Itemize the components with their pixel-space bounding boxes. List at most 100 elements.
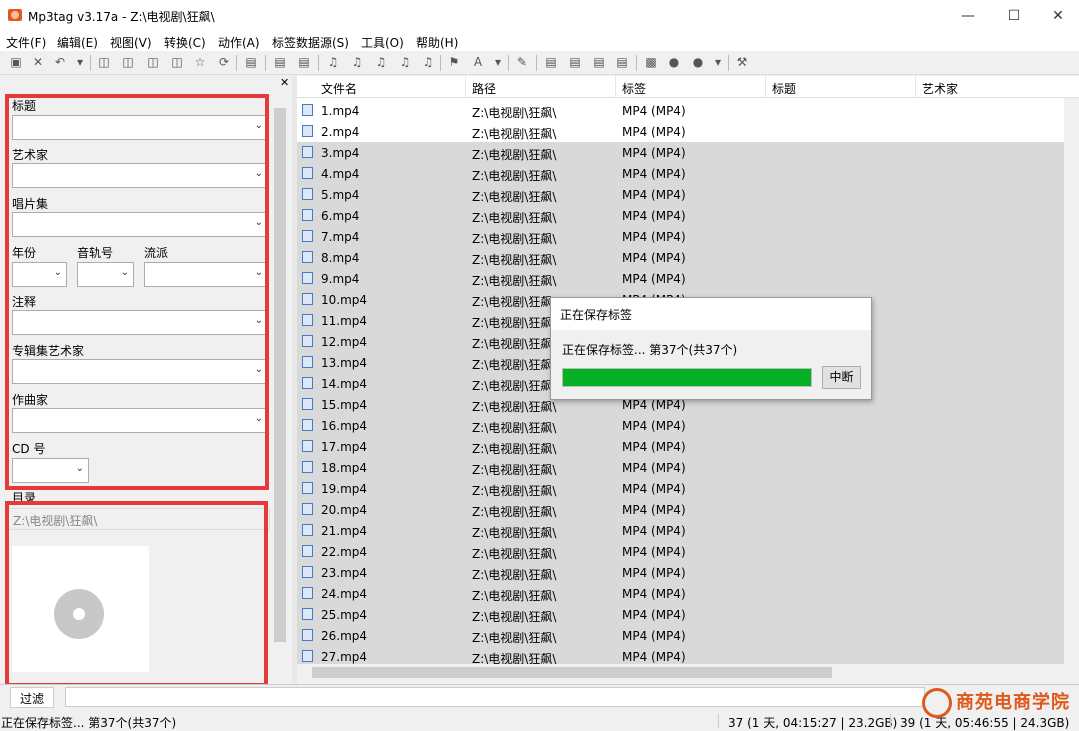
cell-filename: 10.mp4 xyxy=(321,293,368,307)
tag-to-text-icon[interactable]: ♫ xyxy=(420,54,436,70)
table-row[interactable]: 4.mp4 Z:\电视剧\狂飙\ MP4 (MP4) xyxy=(297,163,1064,184)
cell-tag: MP4 (MP4) xyxy=(622,587,686,601)
menu-edit[interactable]: 编辑(E) xyxy=(57,34,98,51)
case-conversion-icon[interactable]: A xyxy=(470,54,486,70)
tag-panel-scrollbar[interactable] xyxy=(272,94,288,680)
file-icon xyxy=(302,335,313,347)
table-row[interactable]: 25.mp4 Z:\电视剧\狂飙\ MP4 (MP4) xyxy=(297,604,1064,625)
cell-path: Z:\电视剧\狂飙\ xyxy=(472,379,557,393)
maximize-button[interactable]: ☐ xyxy=(991,2,1037,30)
table-row[interactable]: 7.mp4 Z:\电视剧\狂飙\ MP4 (MP4) xyxy=(297,226,1064,247)
export-icon[interactable]: ▤ xyxy=(543,54,559,70)
undo-dropdown-icon[interactable]: ▾ xyxy=(72,54,88,70)
cell-tag: MP4 (MP4) xyxy=(622,104,686,118)
filter-input[interactable] xyxy=(65,687,925,707)
cell-path: Z:\电视剧\狂飙\ xyxy=(472,526,557,540)
table-row[interactable]: 9.mp4 Z:\电视剧\狂飙\ MP4 (MP4) xyxy=(297,268,1064,289)
table-row[interactable]: 20.mp4 Z:\电视剧\狂飙\ MP4 (MP4) xyxy=(297,499,1064,520)
tag-to-tag-icon[interactable]: ♫ xyxy=(397,54,413,70)
close-panel-icon[interactable]: ✕ xyxy=(280,76,289,89)
cell-tag: MP4 (MP4) xyxy=(622,398,686,412)
column-tag[interactable]: 标签 xyxy=(622,80,646,97)
table-row[interactable]: 1.mp4 Z:\电视剧\狂飙\ MP4 (MP4) xyxy=(297,100,1064,121)
menu-view[interactable]: 视图(V) xyxy=(110,34,152,51)
file-icon xyxy=(302,293,313,305)
scrollbar-thumb[interactable] xyxy=(274,108,286,642)
menu-actions[interactable]: 动作(A) xyxy=(218,34,260,51)
table-row[interactable]: 19.mp4 Z:\电视剧\狂飙\ MP4 (MP4) xyxy=(297,478,1064,499)
cell-filename: 15.mp4 xyxy=(321,398,368,412)
tag-to-filename-icon[interactable]: ♫ xyxy=(349,54,365,70)
favorites-folder-icon[interactable]: ◫ xyxy=(169,54,185,70)
save-playlist-icon[interactable]: ◫ xyxy=(145,54,161,70)
scrollbar-thumb[interactable] xyxy=(312,667,832,678)
refresh-icon[interactable]: ⟳ xyxy=(216,54,232,70)
remove-tag-icon[interactable]: ✕ xyxy=(30,54,46,70)
table-row[interactable]: 24.mp4 Z:\电视剧\狂飙\ MP4 (MP4) xyxy=(297,583,1064,604)
text-file-to-tag-icon[interactable]: ♫ xyxy=(373,54,389,70)
menu-tag-sources[interactable]: 标签数据源(S) xyxy=(272,34,349,51)
abort-button[interactable]: 中断 xyxy=(822,366,861,389)
table-row[interactable]: 5.mp4 Z:\电视剧\狂飙\ MP4 (MP4) xyxy=(297,184,1064,205)
table-row[interactable]: 22.mp4 Z:\电视剧\狂飙\ MP4 (MP4) xyxy=(297,541,1064,562)
table-row[interactable]: 16.mp4 Z:\电视剧\狂飙\ MP4 (MP4) xyxy=(297,415,1064,436)
close-window-button[interactable]: ✕ xyxy=(1035,2,1079,30)
freedb-icon[interactable]: ▩ xyxy=(643,54,659,70)
cell-filename: 13.mp4 xyxy=(321,356,368,370)
list-header: 文件名 路径 标签 标题 艺术家 xyxy=(297,76,1079,98)
file-icon xyxy=(302,587,313,599)
table-row[interactable]: 23.mp4 Z:\电视剧\狂飙\ MP4 (MP4) xyxy=(297,562,1064,583)
column-filename[interactable]: 文件名 xyxy=(321,80,357,97)
menu-convert[interactable]: 转换(C) xyxy=(164,34,206,51)
table-row[interactable]: 26.mp4 Z:\电视剧\狂飙\ MP4 (MP4) xyxy=(297,625,1064,646)
menu-file[interactable]: 文件(F) xyxy=(6,34,46,51)
cell-path: Z:\电视剧\狂飙\ xyxy=(472,316,557,330)
export-cover-icon[interactable]: ▤ xyxy=(614,54,630,70)
undo-icon[interactable]: ↶ xyxy=(52,54,68,70)
file-icon xyxy=(302,482,313,494)
table-row[interactable]: 27.mp4 Z:\电视剧\狂飙\ MP4 (MP4) xyxy=(297,646,1064,664)
table-row[interactable]: 3.mp4 Z:\电视剧\狂飙\ MP4 (MP4) xyxy=(297,142,1064,163)
table-row[interactable]: 2.mp4 Z:\电视剧\狂飙\ MP4 (MP4) xyxy=(297,121,1064,142)
cell-tag: MP4 (MP4) xyxy=(622,272,686,286)
toolbar-separator xyxy=(636,55,637,71)
web-source-icon[interactable]: ● xyxy=(666,54,682,70)
filename-to-tag-icon[interactable]: ♫ xyxy=(325,54,341,70)
settings-wrench-icon[interactable]: ⚒ xyxy=(734,54,750,70)
minimize-button[interactable]: — xyxy=(945,2,991,30)
table-row[interactable]: 6.mp4 Z:\电视剧\狂飙\ MP4 (MP4) xyxy=(297,205,1064,226)
add-directory-icon[interactable]: ◫ xyxy=(120,54,136,70)
actions-dropdown-icon[interactable]: ▾ xyxy=(490,54,506,70)
change-directory-icon[interactable]: ◫ xyxy=(96,54,112,70)
tag-source-icon[interactable]: ● xyxy=(690,54,706,70)
cell-filename: 14.mp4 xyxy=(321,377,368,391)
column-artist[interactable]: 艺术家 xyxy=(922,80,958,97)
file-icon xyxy=(302,314,313,326)
actions-icon[interactable]: ⚑ xyxy=(446,54,462,70)
list-vertical-scrollbar[interactable] xyxy=(1064,98,1079,664)
table-row[interactable]: 17.mp4 Z:\电视剧\狂飙\ MP4 (MP4) xyxy=(297,436,1064,457)
list-horizontal-scrollbar[interactable] xyxy=(297,664,1079,681)
table-row[interactable]: 18.mp4 Z:\电视剧\狂飙\ MP4 (MP4) xyxy=(297,457,1064,478)
saving-dialog: 正在保存标签 正在保存标签... 第37个(共37个) 中断 xyxy=(550,297,872,400)
column-path[interactable]: 路径 xyxy=(472,80,496,97)
playlist-icon[interactable]: ▤ xyxy=(567,54,583,70)
save-icon[interactable]: ▣ xyxy=(8,54,24,70)
menu-help[interactable]: 帮助(H) xyxy=(416,34,458,51)
file-icon xyxy=(302,146,313,158)
extended-tags-icon[interactable]: ▤ xyxy=(243,54,259,70)
logo-text: 商苑电商学院 xyxy=(956,692,1070,713)
menu-tools[interactable]: 工具(O) xyxy=(361,34,404,51)
table-row[interactable]: 21.mp4 Z:\电视剧\狂飙\ MP4 (MP4) xyxy=(297,520,1064,541)
favorite-star-icon[interactable]: ☆ xyxy=(192,54,208,70)
edit-icon[interactable]: ✎ xyxy=(514,54,530,70)
auto-numbering-icon[interactable]: ▤ xyxy=(591,54,607,70)
cell-path: Z:\电视剧\狂飙\ xyxy=(472,148,557,162)
table-row[interactable]: 8.mp4 Z:\电视剧\狂飙\ MP4 (MP4) xyxy=(297,247,1064,268)
column-title[interactable]: 标题 xyxy=(772,80,796,97)
copy-tag-icon[interactable]: ▤ xyxy=(272,54,288,70)
tag-source-dropdown-icon[interactable]: ▾ xyxy=(710,54,726,70)
column-separator xyxy=(765,76,766,98)
paste-tag-icon[interactable]: ▤ xyxy=(296,54,312,70)
filter-tab[interactable]: 过滤 xyxy=(10,687,55,708)
